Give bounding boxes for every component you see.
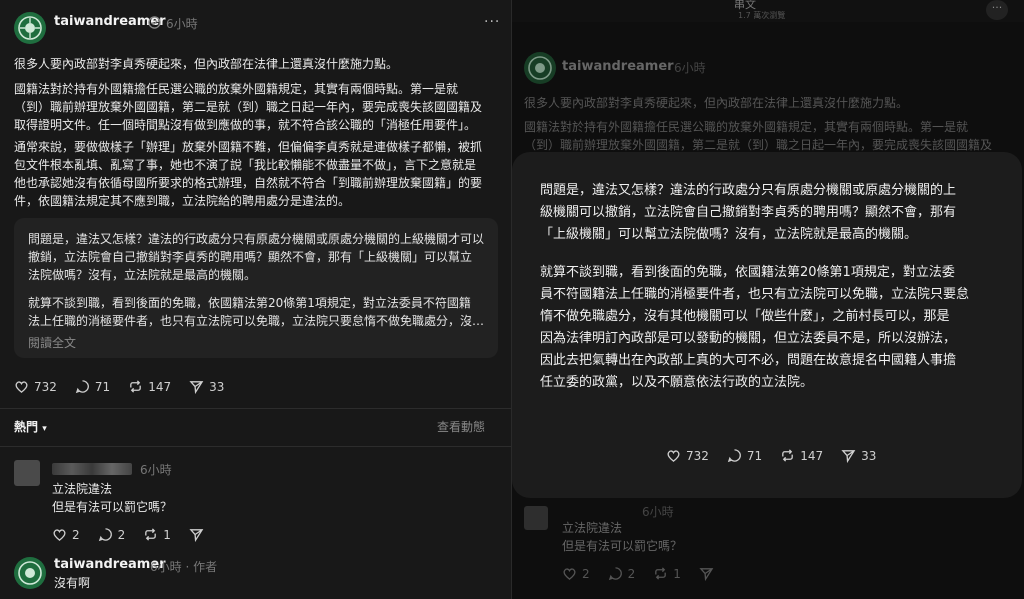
emblem-icon — [528, 56, 552, 80]
view-activity-link[interactable]: 查看動態 — [437, 418, 485, 435]
comment-icon — [75, 380, 89, 394]
post-paragraph-2-dimmed: 國籍法對於持有外國籍擔任民選公職的放棄外國籍規定，其實有兩個時點。第一是就 （到）… — [524, 120, 993, 152]
heart-icon — [563, 568, 576, 580]
share-button[interactable]: 33 — [189, 379, 224, 394]
emblem-icon — [18, 561, 42, 585]
repost-button[interactable]: 1 — [143, 527, 171, 542]
emblem-icon — [18, 16, 42, 40]
post-time-dimmed: 6小時 — [674, 61, 706, 75]
quote-paragraph-1: 問題是，違法又怎樣？違法的行政處分只有原處分機關或原處分機關的上級機關才可以 撤銷… — [28, 232, 485, 282]
reply-author-username[interactable]: taiwandreamer — [54, 557, 166, 572]
post-paragraph-dimmed: 很多人要內政部對李貞秀硬起來，但內政部在法律上還真沒什麼施力點。 — [524, 96, 909, 110]
heart-icon — [15, 381, 28, 393]
like-button[interactable]: 732 — [666, 448, 709, 463]
more-options-icon[interactable]: ··· — [484, 14, 500, 30]
comment-text-dimmed: 立法院違法 但是有法可以罰它嗎？ — [562, 521, 683, 553]
share-button — [699, 566, 719, 581]
repost-button: 1 — [653, 566, 681, 581]
comment-button[interactable]: 71 — [727, 448, 762, 463]
repost-icon — [145, 528, 157, 541]
comment-button[interactable]: 2 — [98, 527, 125, 542]
heart-icon — [667, 450, 680, 462]
comment-time: 6小時 — [140, 463, 172, 477]
heart-icon — [53, 529, 66, 541]
modal-paragraph-2: 就算不談到職，看到後面的免職，依國籍法第20條第1項規定，對立法委 員不符國籍法上… — [540, 265, 970, 390]
comment-actions-dimmed: 2 2 1 — [562, 566, 737, 581]
verified-icon — [148, 16, 161, 29]
comment-text: 立法院違法 但是有法可以罰它嗎？ — [52, 482, 173, 514]
comment-button: 2 — [608, 566, 635, 581]
modal-paragraph-1: 問題是，違法又怎樣？違法的行政處分只有原處分機關或原處分機關的上 級機關可以撤銷，… — [540, 183, 957, 242]
repost-icon — [130, 380, 142, 393]
repost-button[interactable]: 147 — [780, 448, 823, 463]
expanded-quote-modal[interactable]: 問題是，違法又怎樣？違法的行政處分只有原處分機關或原處分機關的上 級機關可以撤銷，… — [512, 152, 1022, 498]
thread-pane-right: 串文 1.7 萬次瀏覽 ··· taiwandreamer 6小時 很多人要內政… — [512, 0, 1024, 599]
send-icon — [699, 568, 714, 581]
post-paragraph-1: 很多人要內政部對李貞秀硬起來，但內政部在法律上還真沒什麼施力點。 — [14, 57, 399, 71]
author-username-dimmed: taiwandreamer — [562, 59, 674, 74]
comment-button[interactable]: 71 — [75, 379, 110, 394]
repost-icon — [655, 567, 667, 580]
author-avatar[interactable] — [14, 12, 46, 44]
share-button[interactable]: 33 — [841, 448, 876, 463]
like-button[interactable]: 2 — [52, 527, 80, 542]
comment-icon — [608, 567, 622, 581]
comment-icon — [98, 528, 112, 542]
comment-icon — [727, 449, 741, 463]
read-more-link[interactable]: 閱讀全文 — [28, 334, 76, 351]
send-icon — [841, 450, 856, 463]
repost-button[interactable]: 147 — [128, 379, 171, 394]
divider — [0, 446, 511, 447]
send-icon — [189, 529, 204, 542]
chevron-down-icon: ▾ — [42, 424, 47, 434]
thread-topbar: 串文 1.7 萬次瀏覽 ··· — [512, 0, 1024, 22]
post-paragraph-3: 通常來說，要做做樣子「辦理」放棄外國籍不難，但偏偏李貞秀就是連做樣子都懶，被抓包… — [14, 140, 483, 208]
modal-actions: 732 71 147 33 — [666, 448, 894, 463]
commenter-avatar-dimmed — [524, 506, 548, 530]
view-count: 1.7 萬次瀏覽 — [738, 11, 786, 20]
comment-actions: 2 2 1 — [52, 527, 227, 542]
repost-icon — [782, 449, 794, 462]
thread-pane-left: taiwandreamer 6小時 ··· 很多人要內政部對李貞秀硬起來，但內政… — [0, 0, 512, 599]
reply-meta: 6小時 · 作者 — [150, 560, 218, 574]
author-avatar-dimmed — [524, 52, 556, 84]
commenter-avatar-redacted[interactable] — [14, 460, 40, 486]
post-actions: 732 71 147 33 — [14, 379, 242, 394]
quote-paragraph-2: 就算不談到職，看到後面的免職，依國籍法第20條第1項規定，對立法委員不符國籍 法上… — [28, 296, 485, 328]
divider — [0, 408, 511, 409]
commenter-name-redacted[interactable] — [52, 463, 132, 475]
share-button[interactable] — [189, 527, 209, 542]
more-options-icon[interactable]: ··· — [986, 0, 1008, 20]
comment-time-dimmed: 6小時 — [642, 505, 674, 519]
send-icon — [189, 381, 204, 394]
like-button: 2 — [562, 566, 590, 581]
post-time: 6小時 — [166, 17, 198, 31]
like-button[interactable]: 732 — [14, 379, 57, 394]
post-paragraph-2: 國籍法對於持有外國籍擔任民選公職的放棄外國籍規定，其實有兩個時點。第一是就 （到）… — [14, 82, 483, 132]
quoted-continuation[interactable]: 問題是，違法又怎樣？違法的行政處分只有原處分機關或原處分機關的上級機關才可以 撤銷… — [14, 218, 498, 358]
reply-author-avatar[interactable] — [14, 557, 46, 589]
sort-dropdown[interactable]: 熱門 ▾ — [14, 418, 47, 435]
reply-text: 沒有啊 — [54, 576, 91, 590]
